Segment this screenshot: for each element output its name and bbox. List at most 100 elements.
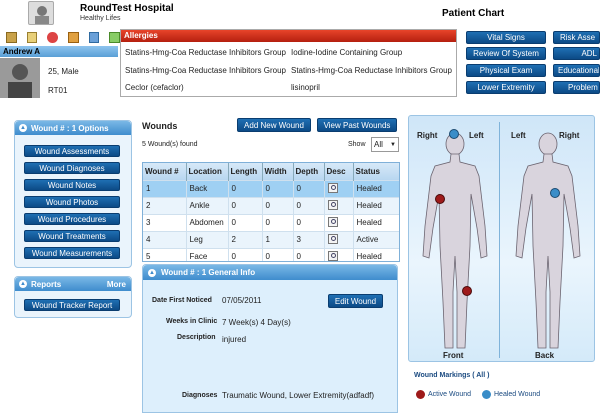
healed-legend-label: Healed Wound bbox=[494, 391, 541, 398]
column-header[interactable]: Status bbox=[353, 163, 399, 180]
wound-marker-healed[interactable] bbox=[449, 129, 459, 139]
table-row[interactable]: 2 Ankle 0 0 0 Healed bbox=[143, 197, 399, 214]
problem-button[interactable]: Problem bbox=[553, 81, 600, 94]
table-cell: Face bbox=[186, 248, 229, 261]
table-cell: 2 bbox=[228, 231, 263, 248]
desc-icon[interactable] bbox=[324, 197, 354, 214]
chevron-down-icon: ▼ bbox=[390, 141, 396, 148]
collapse-icon[interactable]: ▲ bbox=[19, 124, 27, 132]
wounds-table: Wound # Location Length Width Depth Desc… bbox=[143, 163, 399, 261]
desc-icon[interactable] bbox=[324, 214, 354, 231]
desc-icon[interactable] bbox=[324, 248, 354, 261]
collapse-icon[interactable]: ▲ bbox=[148, 268, 156, 277]
table-cell: Back bbox=[186, 180, 229, 197]
pill-icon[interactable] bbox=[47, 31, 58, 43]
diagnoses-label: Diagnoses bbox=[182, 392, 218, 399]
allergy-item: Iodine-Iodine Containing Group bbox=[291, 48, 403, 57]
document-icon[interactable] bbox=[26, 31, 38, 43]
body-map-panel: Right Left Left Right Front Back bbox=[408, 115, 595, 362]
lower-extremity-button[interactable]: Lower Extremity bbox=[466, 81, 546, 94]
wound-procedures-button[interactable]: Wound Procedures bbox=[24, 213, 120, 225]
collapse-icon[interactable]: ▲ bbox=[19, 280, 27, 288]
table-cell: 0 bbox=[262, 248, 294, 261]
description-label: Description bbox=[177, 334, 216, 341]
table-cell: 0 bbox=[293, 214, 325, 231]
educational-button[interactable]: Educational bbox=[553, 64, 600, 77]
front-left-label: Left bbox=[469, 131, 484, 140]
markings-all-link[interactable]: ( All ) bbox=[472, 372, 489, 379]
magnifier-icon[interactable] bbox=[327, 233, 338, 244]
column-header[interactable]: Desc bbox=[324, 163, 354, 180]
table-row[interactable]: 3 Abdomen 0 0 0 Healed bbox=[143, 214, 399, 231]
wound-assessments-button[interactable]: Wound Assessments bbox=[24, 145, 120, 157]
logo bbox=[28, 1, 54, 25]
wound-measurements-button[interactable]: Wound Measurements bbox=[24, 247, 120, 259]
wound-marker-healed[interactable] bbox=[550, 188, 560, 198]
wound-options-panel: ▲ Wound # : 1 Options bbox=[14, 120, 132, 268]
table-row[interactable]: 5 Face 0 0 0 Healed bbox=[143, 248, 399, 261]
table-cell: 0 bbox=[228, 180, 263, 197]
wound-marker-active[interactable] bbox=[462, 286, 472, 296]
column-header[interactable]: Location bbox=[186, 163, 229, 180]
reports-panel: ▲ Reports More bbox=[14, 276, 132, 318]
physical-exam-button[interactable]: Physical Exam bbox=[466, 64, 546, 77]
date-first-noticed-label: Date First Noticed bbox=[152, 297, 212, 304]
table-cell: 0 bbox=[262, 180, 294, 197]
back-label: Back bbox=[535, 351, 555, 360]
general-info-title: Wound # : 1 General Info bbox=[161, 268, 256, 277]
table-row[interactable]: 4 Leg 2 1 3 Active bbox=[143, 231, 399, 248]
hospital-name: RoundTest Hospital bbox=[80, 3, 174, 14]
wound-photos-button[interactable]: Wound Photos bbox=[24, 196, 120, 208]
wound-notes-button[interactable]: Wound Notes bbox=[24, 179, 120, 191]
home-icon[interactable] bbox=[6, 31, 17, 43]
adl-button[interactable]: ADL bbox=[553, 47, 600, 60]
view-past-wounds-button[interactable]: View Past Wounds bbox=[317, 118, 397, 132]
magnifier-icon[interactable] bbox=[327, 250, 338, 261]
wounds-title: Wounds bbox=[142, 121, 178, 131]
reports-header: ▲ Reports More bbox=[15, 277, 131, 291]
date-first-noticed-value: 07/05/2011 bbox=[222, 296, 262, 305]
allergy-item: Statins-Hmg-Coa Reductase Inhibitors Gro… bbox=[125, 66, 286, 75]
table-cell: 0 bbox=[293, 197, 325, 214]
risk-assessment-button[interactable]: Risk Asse bbox=[553, 31, 600, 44]
reports-more-link[interactable]: More bbox=[107, 280, 126, 289]
calendar-icon[interactable] bbox=[88, 31, 100, 43]
table-cell: 0 bbox=[228, 214, 263, 231]
table-cell: 5 bbox=[143, 248, 187, 261]
table-row[interactable]: 1 Back 0 0 0 Healed bbox=[143, 180, 399, 197]
desc-icon[interactable] bbox=[324, 180, 354, 197]
column-header[interactable]: Width bbox=[262, 163, 294, 180]
table-cell: Healed bbox=[356, 201, 382, 210]
column-header[interactable]: Length bbox=[228, 163, 263, 180]
show-select[interactable]: All ▼ bbox=[371, 137, 399, 152]
table-cell: 3 bbox=[143, 214, 187, 231]
table-cell: 0 bbox=[262, 214, 294, 231]
wound-tracker-report-button[interactable]: Wound Tracker Report bbox=[24, 299, 120, 311]
table-cell: 1 bbox=[262, 231, 294, 248]
review-of-system-button[interactable]: Review Of System bbox=[466, 47, 546, 60]
weeks-in-clinic-value: 7 Week(s) 4 Day(s) bbox=[222, 318, 291, 327]
active-legend-dot bbox=[416, 390, 425, 399]
exit-icon[interactable] bbox=[109, 31, 120, 43]
add-new-wound-button[interactable]: Add New Wound bbox=[237, 118, 311, 132]
wound-count: 5 Wound(s) found bbox=[142, 141, 198, 148]
wound-options-header: ▲ Wound # : 1 Options bbox=[15, 121, 131, 135]
magnifier-icon[interactable] bbox=[327, 216, 338, 227]
column-header[interactable]: Wound # bbox=[143, 163, 187, 180]
wound-marker-active[interactable] bbox=[435, 194, 445, 204]
wound-treatments-button[interactable]: Wound Treatments bbox=[24, 230, 120, 242]
front-body-figure bbox=[422, 132, 581, 349]
magnifier-icon[interactable] bbox=[327, 182, 338, 193]
box-icon[interactable] bbox=[67, 31, 79, 43]
column-header[interactable]: Depth bbox=[293, 163, 325, 180]
desc-icon[interactable] bbox=[324, 231, 354, 248]
table-cell: 0 bbox=[293, 180, 325, 197]
general-info-header: ▲ Wound # : 1 General Info bbox=[143, 265, 397, 280]
magnifier-icon[interactable] bbox=[327, 199, 338, 210]
vital-signs-button[interactable]: Vital Signs bbox=[466, 31, 546, 44]
edit-wound-button[interactable]: Edit Wound bbox=[328, 294, 383, 308]
patient-header: Andrew A bbox=[0, 46, 118, 57]
table-cell: Leg bbox=[186, 231, 229, 248]
wound-diagnoses-button[interactable]: Wound Diagnoses bbox=[24, 162, 120, 174]
description-value: injured bbox=[222, 335, 247, 344]
